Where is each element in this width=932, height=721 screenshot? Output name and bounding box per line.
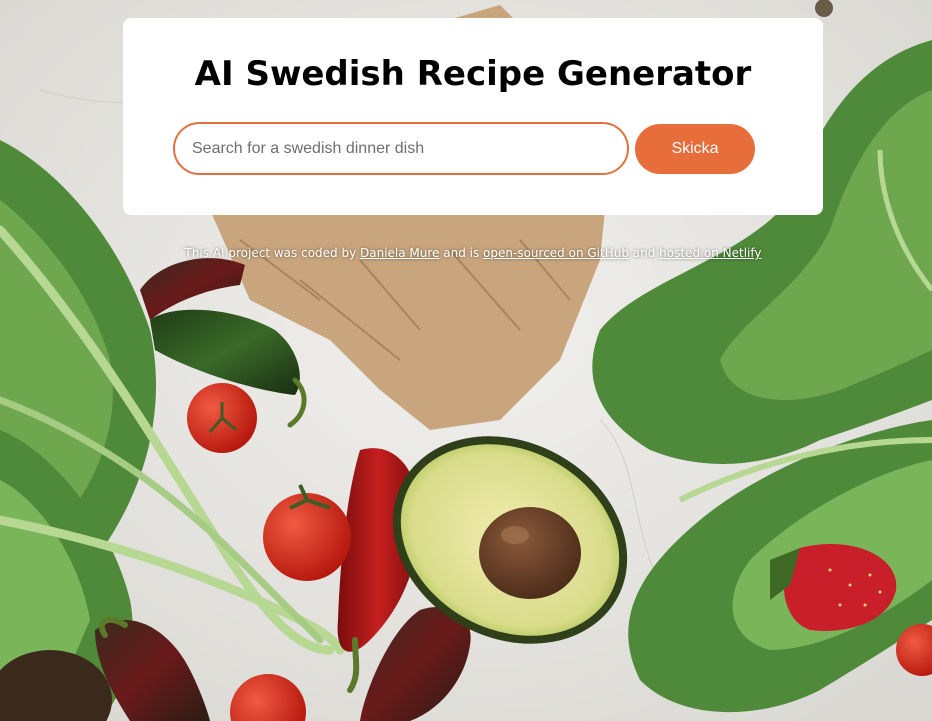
footer-text: This AI project was coded by xyxy=(184,246,360,260)
submit-button[interactable]: Skicka xyxy=(635,124,755,174)
netlify-link[interactable]: hosted on Netlify xyxy=(659,246,761,260)
footer-text: and xyxy=(628,246,660,260)
page-title: AI Swedish Recipe Generator xyxy=(194,54,752,94)
search-input[interactable] xyxy=(173,122,629,175)
footer-text: and is xyxy=(439,246,484,260)
footer-credits: This AI project was coded by Daniela Mur… xyxy=(0,246,932,260)
author-link[interactable]: Daniela Mure xyxy=(360,246,439,260)
github-link[interactable]: open-sourced on GitHub xyxy=(483,246,629,260)
search-card: AI Swedish Recipe Generator Skicka xyxy=(123,18,823,215)
